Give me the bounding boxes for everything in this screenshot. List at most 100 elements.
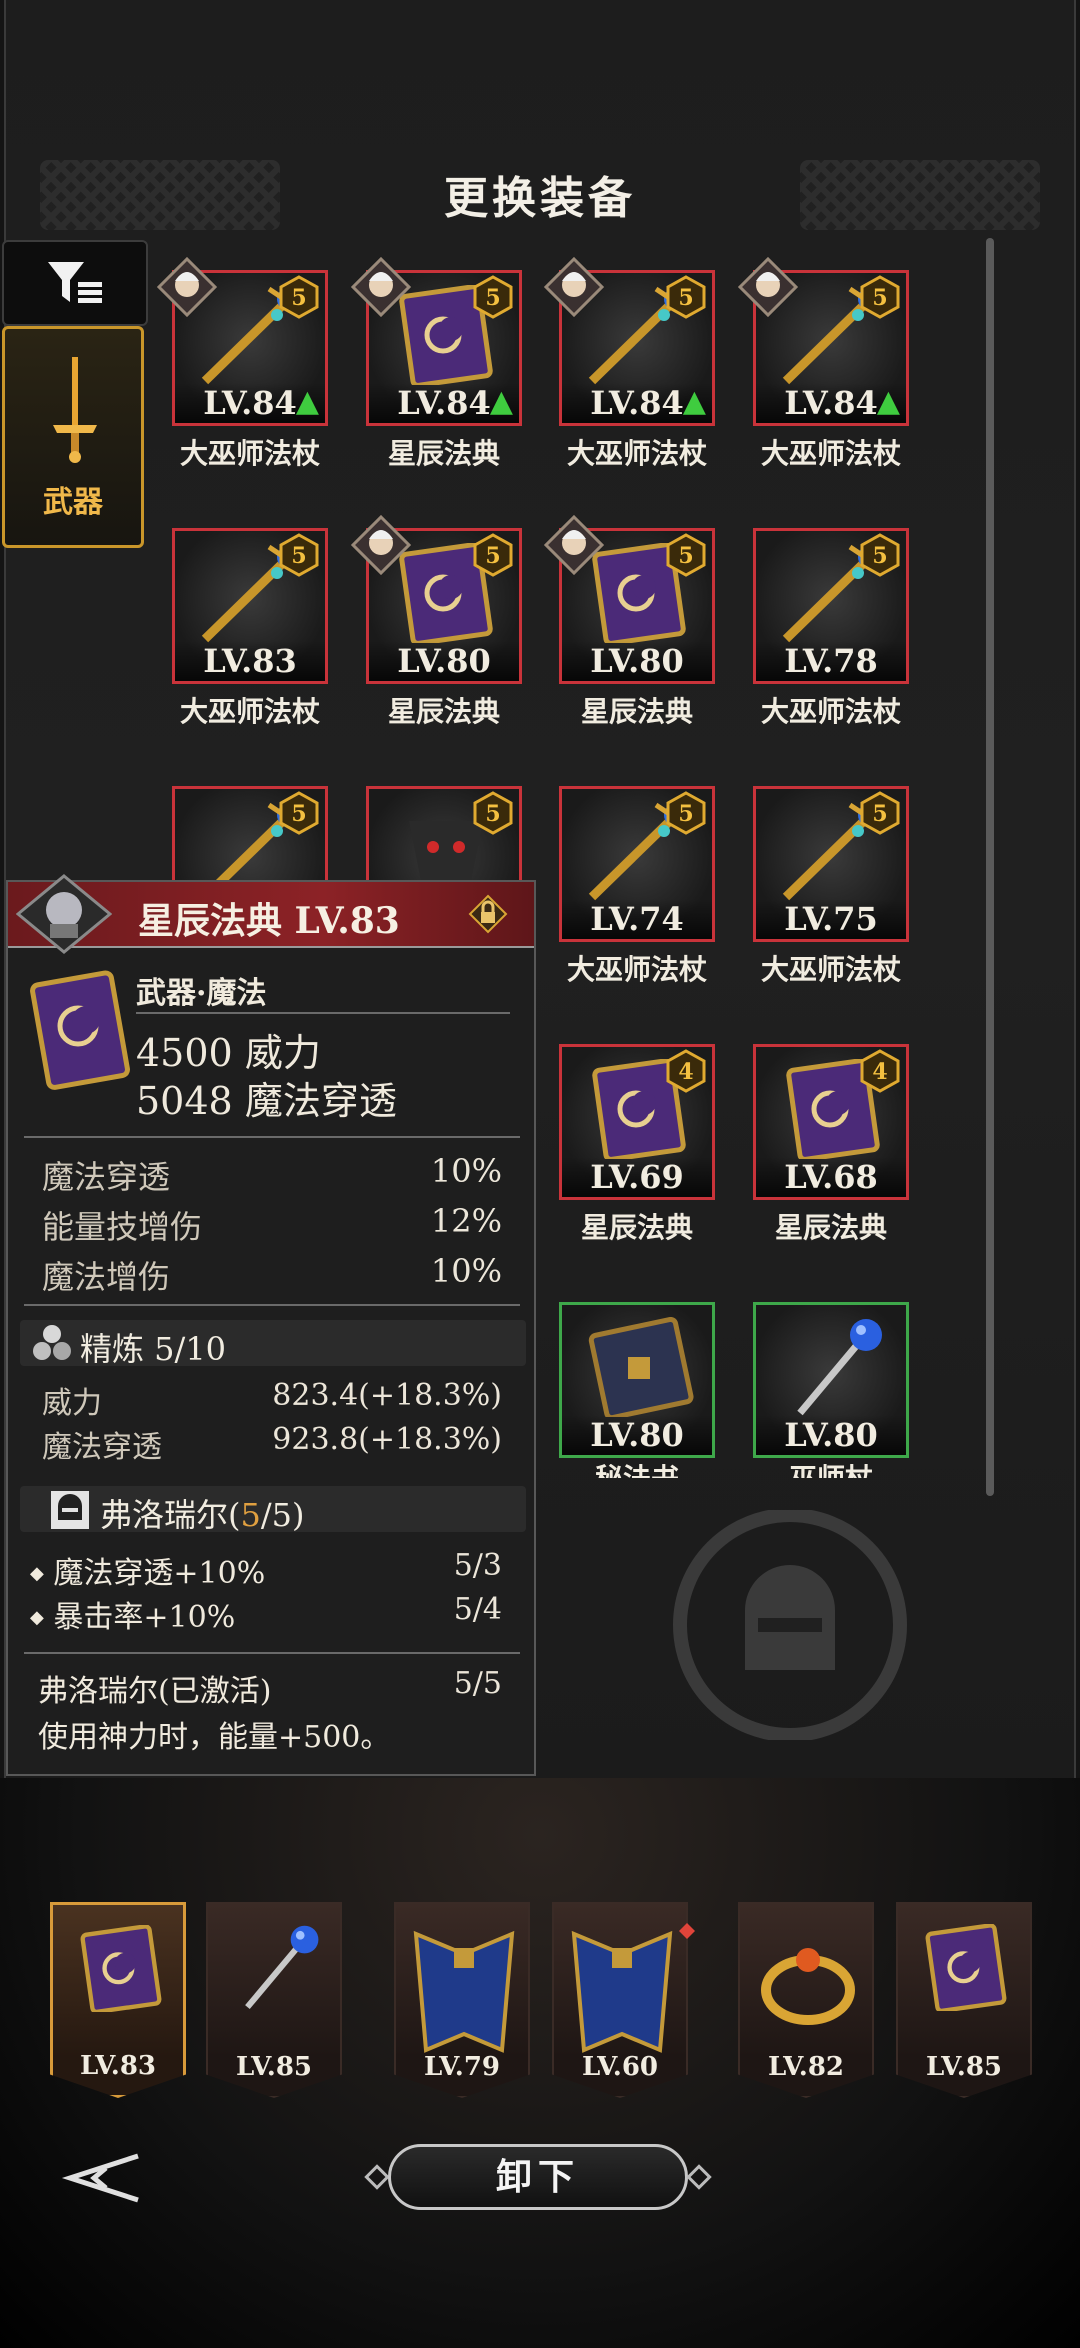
star-badge-icon: 5	[473, 275, 513, 319]
refine-label: 威力	[42, 1386, 102, 1421]
item-level: LV.80	[562, 1415, 712, 1455]
equipped-slot[interactable]: LV.85	[896, 1902, 1032, 2098]
equipment-slot[interactable]: 5 LV.80	[350, 514, 522, 684]
refine-title: 精炼 5/10	[80, 1330, 227, 1368]
svg-text:5: 5	[678, 543, 693, 569]
svg-text:5: 5	[678, 801, 693, 827]
helmet-icon	[51, 1491, 89, 1529]
sub-stat-value: 10%	[430, 1152, 502, 1190]
equipped-item-level: LV.85	[235, 2052, 313, 2082]
equipment-slot[interactable]: 5 LV.84 ▲	[543, 256, 715, 426]
equipped-slot[interactable]: LV.83	[50, 1902, 186, 2098]
svg-text:5: 5	[291, 543, 306, 569]
upgrade-arrow-icon: ▲	[876, 384, 900, 419]
star-badge-icon: 4	[860, 1049, 900, 1093]
equipment-slot[interactable]: 4 LV.69	[559, 1044, 715, 1200]
back-arrow-icon[interactable]	[58, 2148, 148, 2208]
refine-label: 魔法穿透	[42, 1430, 162, 1465]
refine-row: 威力 823.4(+18.3%)	[42, 1378, 502, 1422]
svg-text:5: 5	[678, 285, 693, 311]
item-name: 巫师杖	[731, 1464, 931, 1478]
equipment-slot[interactable]: 5 LV.83	[172, 528, 328, 684]
tab-weapon-label: 武器	[43, 485, 103, 520]
equipped-slot[interactable]: LV.85	[206, 1902, 342, 2098]
divider	[136, 1012, 510, 1014]
item-name: 星辰法典	[580, 695, 693, 728]
equipped-item-level: LV.85	[925, 2052, 1003, 2082]
equipped-item-level: LV.83	[79, 2051, 157, 2081]
tab-weapon[interactable]: 武器	[2, 326, 144, 548]
item-name: 秘法书	[537, 1464, 737, 1478]
scrollbar-thumb[interactable]	[986, 238, 994, 1496]
svg-text:5: 5	[291, 801, 306, 827]
equipped-item-art	[406, 1924, 522, 2054]
star-badge-icon: 5	[279, 791, 319, 835]
tooltip-title: 星辰法典 LV.83	[138, 900, 400, 942]
equipped-hero-portrait-icon	[543, 514, 605, 576]
set-bonus-value: 5/4	[453, 1592, 502, 1627]
lock-icon[interactable]	[468, 894, 508, 934]
equipped-slot[interactable]: LV.82	[738, 1902, 874, 2098]
sword-icon	[53, 357, 97, 463]
item-name: 星辰法典	[387, 695, 500, 728]
equipped-slot[interactable]: LV.60	[552, 1902, 688, 2098]
item-level: LV.69	[562, 1157, 712, 1197]
divider	[24, 1304, 520, 1306]
equipped-hero-portrait-icon	[737, 256, 799, 318]
star-badge-icon: 5	[666, 275, 706, 319]
star-badge-icon: 5	[473, 533, 513, 577]
star-badge-icon: 5	[473, 791, 513, 835]
equipped-hero-portrait-icon	[156, 256, 218, 318]
item-level: LV.78	[756, 641, 906, 681]
star-badge-icon: 5	[860, 533, 900, 577]
sub-stat-label: 魔法增伤	[42, 1258, 171, 1296]
equipped-item-art	[750, 1924, 866, 2054]
star-badge-icon: 5	[860, 791, 900, 835]
svg-text:5: 5	[872, 801, 887, 827]
equipped-item-level: LV.60	[581, 2052, 659, 2082]
upgrade-arrow-icon: ▲	[682, 384, 706, 419]
equipment-slot[interactable]: 5 LV.75	[753, 786, 909, 942]
set-active-row: 弗洛瑞尔(已激活) 5/5	[38, 1666, 502, 1710]
main-stat-pierce-value: 5048	[136, 1079, 233, 1123]
equipment-slot[interactable]: 5 LV.80	[543, 514, 715, 684]
main-stat-power: 4500 威力	[136, 1022, 321, 1077]
main-stat-power-label: 威力	[244, 1031, 321, 1075]
equipment-slot[interactable]: LV.80	[559, 1302, 715, 1458]
equipped-hero-portrait-icon	[543, 256, 605, 318]
equipped-item-art	[908, 1923, 1024, 2054]
svg-text:5: 5	[872, 285, 887, 311]
equipment-slot[interactable]: 5 LV.84 ▲	[350, 256, 522, 426]
svg-text:5: 5	[291, 285, 306, 311]
refine-row: 魔法穿透 923.8(+18.3%)	[42, 1422, 502, 1466]
equipment-slot[interactable]: LV.80	[753, 1302, 909, 1458]
tooltip-category: 武器·魔法	[136, 976, 267, 1011]
filter-button[interactable]	[2, 240, 148, 326]
equipped-slot[interactable]: LV.79	[394, 1902, 530, 2098]
svg-text:5: 5	[872, 543, 887, 569]
svg-text:5: 5	[485, 285, 500, 311]
equipment-slot[interactable]: 4 LV.68	[753, 1044, 909, 1200]
equipment-slot[interactable]: 5 LV.74	[559, 786, 715, 942]
item-level: LV.68	[756, 1157, 906, 1197]
equipment-slot[interactable]: 5 LV.84 ▲	[737, 256, 909, 426]
item-art	[766, 1317, 900, 1417]
set-bonus-value: 5/3	[453, 1548, 502, 1583]
equipment-slot[interactable]: 5 LV.78	[753, 528, 909, 684]
sub-stat-label: 能量技增伤	[42, 1208, 203, 1246]
equipped-hero-portrait-icon	[350, 256, 412, 318]
refine-icon	[33, 1325, 71, 1360]
equipped-item-art	[63, 1924, 179, 2055]
item-level: LV.80	[756, 1415, 906, 1455]
svg-text:4: 4	[872, 1059, 887, 1085]
refine-section-header: 精炼 5/10	[20, 1320, 526, 1368]
item-level: LV.80	[369, 641, 519, 681]
item-name: 大巫师法杖	[566, 437, 707, 470]
svg-text:5: 5	[485, 543, 500, 569]
upgrade-arrow-icon: ▲	[489, 384, 513, 419]
unequip-button[interactable]: 卸下	[388, 2144, 688, 2210]
red-dot-indicator	[679, 1923, 695, 1939]
star-badge-icon: 5	[279, 275, 319, 319]
equipment-slot[interactable]: 5 LV.84 ▲	[156, 256, 328, 426]
item-level: LV.75	[756, 899, 906, 939]
